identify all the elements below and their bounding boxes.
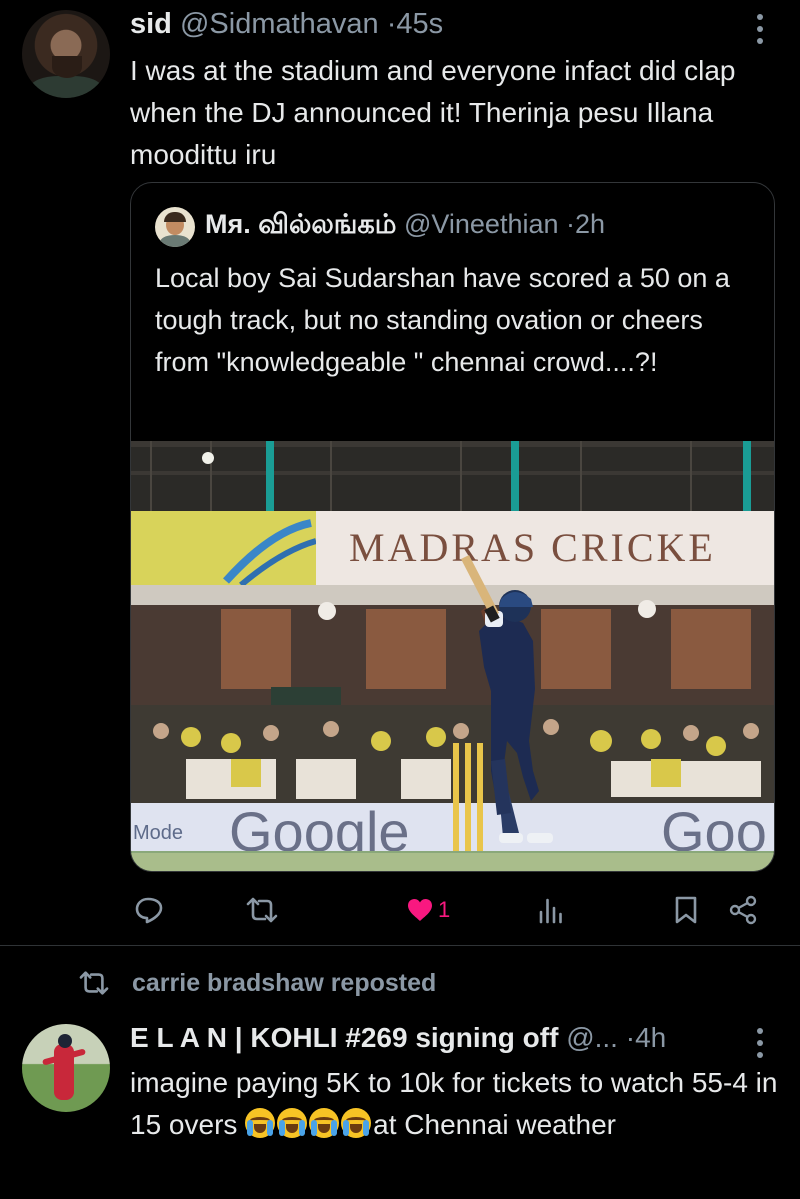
bookmark-button[interactable] <box>674 888 698 932</box>
quoted-text: Local boy Sai Sudarshan have scored a 50… <box>155 263 730 377</box>
tweet-header: E L A N | KOHLI #269 signing off @... ·4… <box>130 1022 666 1054</box>
like-count: 1 <box>438 897 451 922</box>
share-button[interactable] <box>728 888 758 932</box>
reply-icon <box>135 897 163 924</box>
tweet-text: imagine paying 5K to 10k for tickets to … <box>130 1062 790 1146</box>
share-icon <box>729 895 757 925</box>
tweet-separator: · <box>386 8 397 40</box>
quoted-author-name[interactable]: Мя. வில்லங்கம் <box>205 209 396 239</box>
crying-emoji-icon <box>245 1108 276 1138</box>
tweet-text-after: at Chennai weather <box>373 1109 616 1140</box>
tweet-time[interactable]: 45s <box>396 8 443 40</box>
quoted-header: Мя. வில்லங்கம் @Vineethian ·2h <box>205 209 605 244</box>
analytics-button[interactable] <box>538 888 564 932</box>
author-handle[interactable]: @... <box>566 1022 618 1053</box>
banner-text: MADRAS CRICKE <box>349 525 716 570</box>
reply-button[interactable] <box>134 888 164 932</box>
tweet-main[interactable]: sid @Sidmathavan ·45s I was at the stadi… <box>0 0 800 945</box>
author-name[interactable]: E L A N | KOHLI #269 signing off <box>130 1022 558 1053</box>
avatar[interactable] <box>22 10 110 98</box>
quoted-author-handle[interactable]: @Vineethian <box>404 209 559 239</box>
bookmark-icon <box>675 896 697 924</box>
avatar-beard <box>52 56 82 78</box>
avatar[interactable] <box>22 1024 110 1112</box>
tweet-photo[interactable]: MADRAS CRICKE Mode Google Goo <box>131 441 774 871</box>
tweet-separator: · <box>625 1022 636 1053</box>
retweet-button[interactable] <box>246 888 278 932</box>
more-options-icon[interactable] <box>752 12 768 46</box>
crying-emoji-icon <box>341 1108 372 1138</box>
author-name[interactable]: sid <box>130 8 172 40</box>
tweet-time[interactable]: 4h <box>635 1022 666 1053</box>
analytics-icon <box>539 898 562 924</box>
crying-emoji-icon <box>309 1108 340 1138</box>
retweet-icon <box>246 897 278 923</box>
repost-label[interactable]: carrie bradshaw reposted <box>132 969 436 998</box>
repost-banner[interactable]: carrie bradshaw reposted <box>78 966 436 1000</box>
quoted-tweet[interactable]: Мя. வில்லங்கம் @Vineethian ·2h Local boy… <box>130 182 775 872</box>
tweet-text: I was at the stadium and everyone infact… <box>130 55 736 170</box>
tweet-divider <box>0 945 800 946</box>
more-options-icon[interactable] <box>752 1026 768 1060</box>
board-left-text: Mode <box>133 822 183 844</box>
retweet-icon <box>79 971 109 995</box>
author-handle[interactable]: @Sidmathavan <box>180 8 379 40</box>
tweet-header: sid @Sidmathavan ·45s <box>130 8 443 41</box>
like-button[interactable]: 1 <box>406 888 450 932</box>
like-icon <box>408 899 432 921</box>
quoted-avatar[interactable] <box>155 207 195 247</box>
cricket-photo: MADRAS CRICKE Mode Google Goo <box>131 441 774 871</box>
crying-emoji-icon <box>277 1108 308 1138</box>
quoted-separator: · <box>566 209 576 239</box>
avatar-shirt <box>30 76 102 98</box>
tweet-actions: 1 <box>130 888 770 932</box>
quoted-time[interactable]: 2h <box>575 209 605 239</box>
tweet-second[interactable]: E L A N | KOHLI #269 signing off @... ·4… <box>0 1010 800 1199</box>
